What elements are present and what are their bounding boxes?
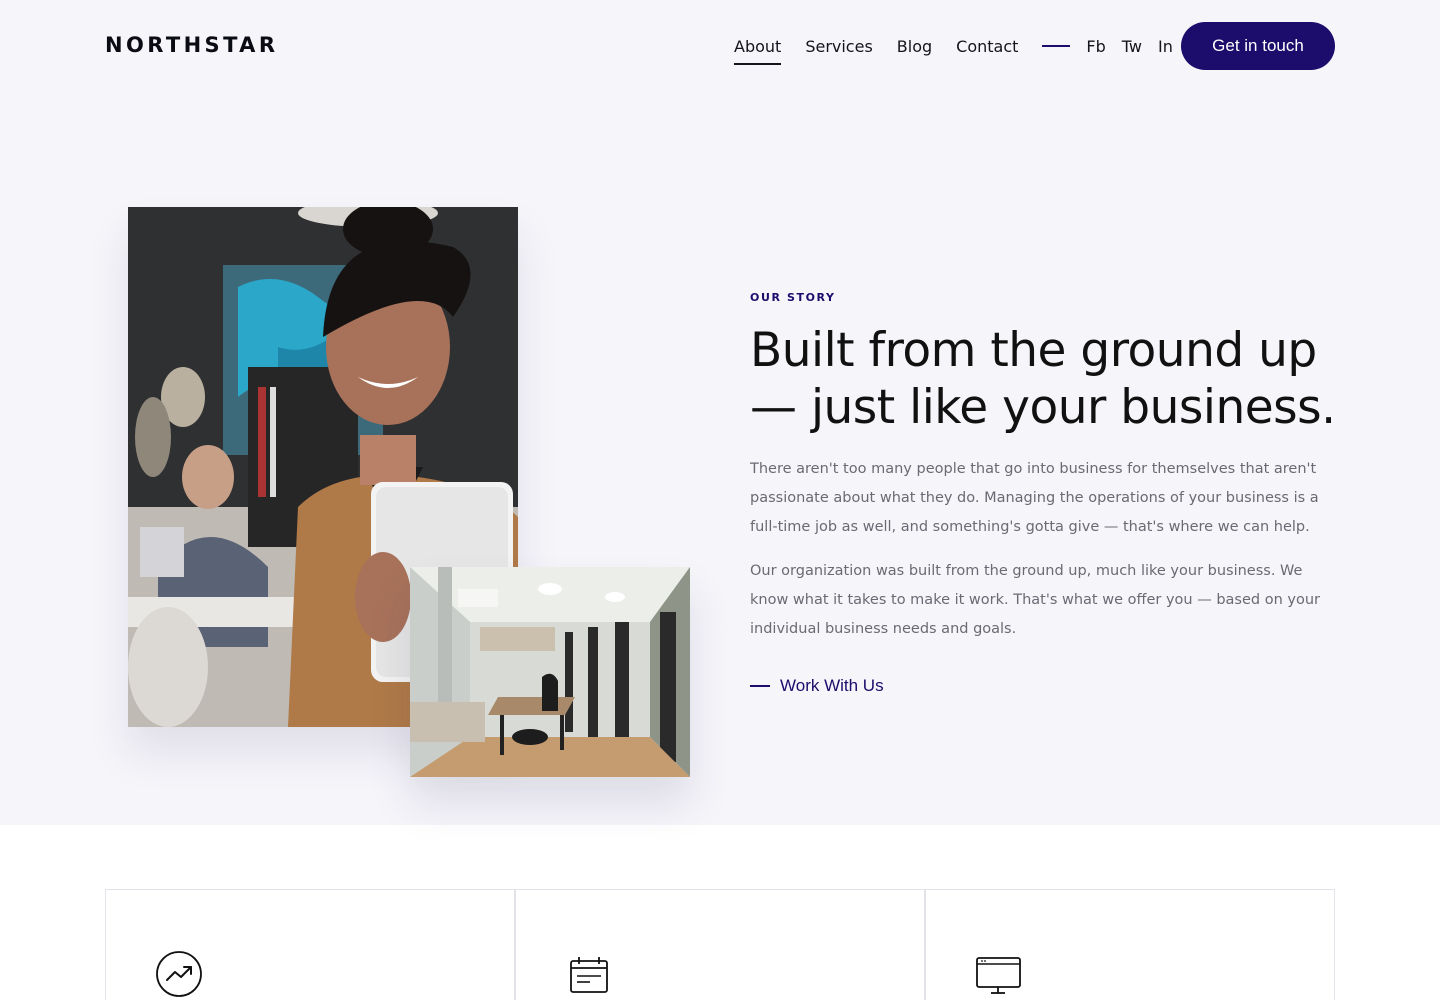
work-with-us-label: Work With Us (780, 676, 884, 695)
work-with-us-link[interactable]: Work With Us (750, 676, 884, 696)
social-linkedin[interactable]: In (1158, 37, 1173, 56)
nav-blog[interactable]: Blog (897, 37, 932, 56)
photo-office-room (410, 567, 690, 777)
feature-card-1 (105, 889, 515, 1000)
social-facebook[interactable]: Fb (1086, 37, 1105, 56)
feature-card-2 (515, 889, 925, 1000)
section-eyebrow: OUR STORY (750, 291, 836, 304)
story-paragraph-1: There aren't too many people that go int… (750, 461, 1319, 535)
office-photo-illustration (410, 567, 690, 777)
logo[interactable]: NORTHSTAR (105, 33, 278, 57)
social-twitter[interactable]: Tw (1122, 37, 1142, 56)
nav-divider (1042, 45, 1071, 47)
trending-up-icon (156, 951, 202, 997)
story-paragraph-2: Our organization was built from the grou… (750, 563, 1320, 637)
feature-cards (105, 889, 1335, 1000)
main-nav: About Services Blog Contact Fb Tw In (734, 36, 1189, 65)
feature-card-3 (925, 889, 1335, 1000)
nav-contact[interactable]: Contact (956, 37, 1018, 56)
get-in-touch-button[interactable]: Get in touch (1181, 22, 1335, 70)
page-title: Built from the ground up — just like you… (750, 323, 1336, 435)
monitor-icon (976, 957, 1021, 994)
calendar-icon (570, 957, 608, 993)
nav-about[interactable]: About (734, 37, 782, 65)
link-dash (750, 685, 770, 687)
nav-services[interactable]: Services (805, 37, 872, 56)
